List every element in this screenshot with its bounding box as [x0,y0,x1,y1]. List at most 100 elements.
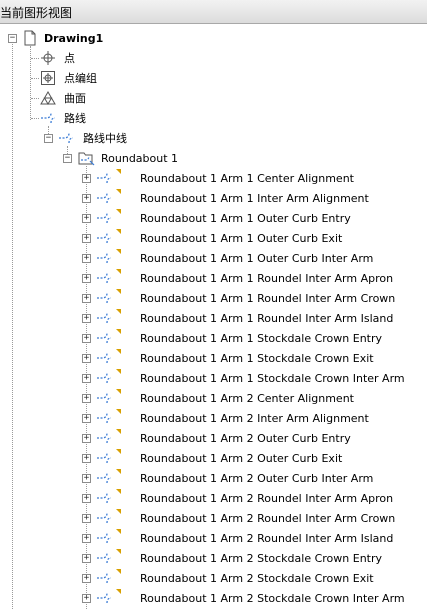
modified-flag-icon [116,529,121,534]
expander-roundabout[interactable]: − [63,154,72,163]
alignment-icon [96,330,114,346]
expander-alignment[interactable]: + [82,394,91,403]
alignment-icon [96,190,114,206]
modified-flag-icon [116,549,121,554]
expander-alignment[interactable]: + [82,434,91,443]
tree-item-alignment[interactable]: Roundabout 1 Arm 2 Outer Curb Inter Arm [140,472,373,486]
expander-alignment[interactable]: + [82,194,91,203]
expander-alignment[interactable]: + [82,574,91,583]
tree-item-alignment[interactable]: Roundabout 1 Arm 2 Stockdale Crown Inter… [140,592,405,606]
tree-item-alignment[interactable]: Roundabout 1 Arm 1 Stockdale Crown Inter… [140,372,405,386]
expander-alignment[interactable]: + [82,234,91,243]
expander-alignment[interactable]: + [82,274,91,283]
modified-flag-icon [116,389,121,394]
alignment-icon [96,310,114,326]
expander-alignment[interactable]: + [82,534,91,543]
alignment-icon [96,390,114,406]
expander-alignment[interactable]: + [82,334,91,343]
alignment-icon [96,450,114,466]
alignment-icon [96,270,114,286]
modified-flag-icon [116,289,121,294]
tree-root-label[interactable]: Drawing1 [44,32,103,46]
tree-item-alignment[interactable]: Roundabout 1 Arm 1 Outer Curb Inter Arm [140,252,373,266]
expander-alignment[interactable]: + [82,254,91,263]
tree-item-roundabout[interactable]: Roundabout 1 [101,152,178,166]
alignment-icon [96,250,114,266]
expander-alignment[interactable]: + [82,514,91,523]
tree-item-alignment[interactable]: Roundabout 1 Arm 2 Inter Arm Alignment [140,412,369,426]
alignment-icon [96,510,114,526]
tree-connector [31,118,39,119]
expander-alignment[interactable]: + [82,454,91,463]
alignment-icon [96,210,114,226]
expander-alignment[interactable]: + [82,594,91,603]
tree-item-alignment[interactable]: Roundabout 1 Arm 2 Outer Curb Exit [140,452,342,466]
drawing-icon [22,30,40,46]
tree-item-alignment[interactable]: Roundabout 1 Arm 2 Roundel Inter Arm Apr… [140,492,393,506]
modified-flag-icon [116,189,121,194]
prospector-tree[interactable]: − Drawing1 点 点编组 曲面 路线 − 路线中线 − Roundabo… [0,24,427,609]
expander-alignment[interactable]: + [82,374,91,383]
alignment-icon [96,590,114,606]
alignment-icon [96,370,114,386]
tree-item-centerline[interactable]: 路线中线 [83,132,127,146]
alignment-icon [96,430,114,446]
tree-item-alignment[interactable]: Roundabout 1 Arm 2 Outer Curb Entry [140,432,351,446]
modified-flag-icon [116,469,121,474]
modified-flag-icon [116,569,121,574]
tree-item-alignment[interactable]: Roundabout 1 Arm 1 Roundel Inter Arm Cro… [140,292,395,306]
tree-item-alignment[interactable]: Roundabout 1 Arm 1 Stockdale Crown Entry [140,332,382,346]
tree-item-alignment[interactable]: Roundabout 1 Arm 1 Outer Curb Exit [140,232,342,246]
tree-item-surfaces[interactable]: 曲面 [64,92,86,106]
centerline-icon [58,130,76,146]
tree-item-alignment[interactable]: Roundabout 1 Arm 1 Stockdale Crown Exit [140,352,374,366]
tree-item-alignment[interactable]: Roundabout 1 Arm 2 Roundel Inter Arm Isl… [140,532,393,546]
tree-guide-line [12,44,13,609]
alignment-icon [96,470,114,486]
modified-flag-icon [116,429,121,434]
tree-item-alignments[interactable]: 路线 [64,112,86,126]
modified-flag-icon [116,329,121,334]
tree-connector [31,78,39,79]
expander-alignment[interactable]: + [82,414,91,423]
tree-item-alignment[interactable]: Roundabout 1 Arm 1 Outer Curb Entry [140,212,351,226]
tree-item-alignment[interactable]: Roundabout 1 Arm 2 Stockdale Crown Entry [140,552,382,566]
alignment-icon [96,530,114,546]
alignment-icon [96,570,114,586]
expander-root[interactable]: − [8,34,17,43]
alignment-icon [96,170,114,186]
tree-item-alignment[interactable]: Roundabout 1 Arm 1 Roundel Inter Arm Apr… [140,272,393,286]
alignment-icon [96,550,114,566]
tree-item-points[interactable]: 点 [64,52,75,66]
point-icon [40,50,58,66]
expander-alignment[interactable]: + [82,354,91,363]
alignment-icon [96,230,114,246]
tree-item-alignment[interactable]: Roundabout 1 Arm 2 Stockdale Crown Exit [140,572,374,586]
alignment-icon [96,490,114,506]
expander-alignment[interactable]: + [82,554,91,563]
expander-alignment[interactable]: + [82,214,91,223]
modified-flag-icon [116,489,121,494]
expander-alignment[interactable]: + [82,174,91,183]
tree-item-alignment[interactable]: Roundabout 1 Arm 2 Center Alignment [140,392,354,406]
tree-item-point-groups[interactable]: 点编组 [64,72,97,86]
expander-alignment[interactable]: + [82,294,91,303]
panel-title: 当前图形视图 [0,6,73,20]
tree-item-alignment[interactable]: Roundabout 1 Arm 1 Center Alignment [140,172,354,186]
tree-item-alignment[interactable]: Roundabout 1 Arm 1 Inter Arm Alignment [140,192,369,206]
panel-header: 当前图形视图 [0,0,427,24]
modified-flag-icon [116,249,121,254]
expander-alignment[interactable]: + [82,314,91,323]
expander-alignment[interactable]: + [82,474,91,483]
expander-centerline[interactable]: − [44,134,53,143]
modified-flag-icon [116,309,121,314]
modified-flag-icon [116,209,121,214]
tree-item-alignment[interactable]: Roundabout 1 Arm 1 Roundel Inter Arm Isl… [140,312,393,326]
surface-icon [40,90,58,106]
tree-item-alignment[interactable]: Roundabout 1 Arm 2 Roundel Inter Arm Cro… [140,512,395,526]
modified-flag-icon [116,369,121,374]
expander-alignment[interactable]: + [82,494,91,503]
modified-flag-icon [116,449,121,454]
point-group-icon [40,70,58,86]
modified-flag-icon [116,169,121,174]
